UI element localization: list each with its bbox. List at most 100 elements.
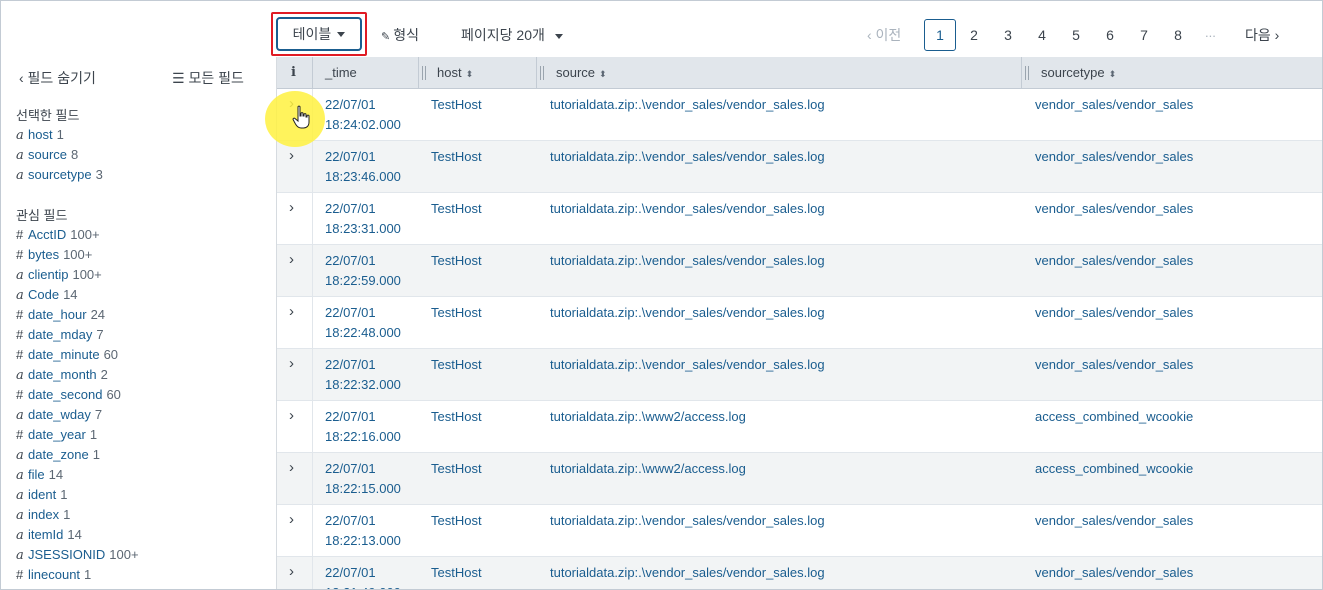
source-cell[interactable]: tutorialdata.zip:.\www2/access.log: [550, 407, 746, 427]
host-cell[interactable]: TestHost: [431, 95, 482, 115]
host-cell[interactable]: TestHost: [431, 303, 482, 323]
expand-row-icon[interactable]: ›: [289, 459, 303, 476]
field-item-source[interactable]: a source 8: [16, 145, 78, 165]
source-cell[interactable]: tutorialdata.zip:.\vendor_sales/vendor_s…: [550, 251, 825, 271]
field-count: 7: [96, 327, 104, 342]
column-drag-handle[interactable]: [422, 66, 428, 80]
host-cell[interactable]: TestHost: [431, 407, 482, 427]
expand-row-icon[interactable]: ›: [289, 303, 303, 320]
field-item-date-year[interactable]: # date_year 1: [16, 425, 97, 445]
host-cell[interactable]: TestHost: [431, 459, 482, 479]
field-item-linecount[interactable]: # linecount 1: [16, 565, 91, 585]
source-column-header[interactable]: source ⬍: [556, 57, 607, 89]
source-cell[interactable]: tutorialdata.zip:.\vendor_sales/vendor_s…: [550, 563, 825, 583]
expand-row-icon[interactable]: ›: [289, 511, 303, 528]
sourcetype-cell[interactable]: vendor_sales/vendor_sales: [1035, 355, 1193, 375]
time-cell[interactable]: 22/07/01 18:23:31.000: [325, 199, 401, 239]
event-date: 22/07/01: [325, 305, 376, 320]
time-column-header[interactable]: _time: [325, 57, 357, 89]
field-item-clientip[interactable]: a clientip 100+: [16, 265, 102, 285]
source-cell[interactable]: tutorialdata.zip:.\vendor_sales/vendor_s…: [550, 147, 825, 167]
source-cell[interactable]: tutorialdata.zip:.\vendor_sales/vendor_s…: [550, 355, 825, 375]
sourcetype-cell[interactable]: vendor_sales/vendor_sales: [1035, 147, 1193, 167]
host-cell[interactable]: TestHost: [431, 355, 482, 375]
expand-row-icon[interactable]: ›: [289, 199, 303, 216]
field-item-bytes[interactable]: # bytes 100+: [16, 245, 92, 265]
sourcetype-column-header[interactable]: sourcetype ⬍: [1041, 57, 1116, 89]
field-item-date-zone[interactable]: a date_zone 1: [16, 445, 100, 465]
field-item-itemid[interactable]: a itemId 14: [16, 525, 82, 545]
event-date: 22/07/01: [325, 149, 376, 164]
field-count: 14: [67, 527, 82, 542]
all-fields-button[interactable]: ☰ 모든 필드: [172, 68, 244, 88]
field-item-index[interactable]: a index 1: [16, 505, 70, 525]
source-cell[interactable]: tutorialdata.zip:.\vendor_sales/vendor_s…: [550, 511, 825, 531]
host-cell[interactable]: TestHost: [431, 511, 482, 531]
column-drag-handle[interactable]: [540, 66, 546, 80]
pagination-next[interactable]: 다음 ›: [1245, 25, 1279, 45]
page-button-3[interactable]: 3: [992, 19, 1024, 51]
expand-row-icon[interactable]: ›: [289, 251, 303, 268]
field-item-date-hour[interactable]: # date_hour 24: [16, 305, 105, 325]
sourcetype-cell[interactable]: vendor_sales/vendor_sales: [1035, 95, 1193, 115]
time-cell[interactable]: 22/07/01 18:22:16.000: [325, 407, 401, 447]
field-item-code[interactable]: a Code 14: [16, 285, 78, 305]
expand-row-icon[interactable]: ›: [289, 95, 303, 112]
host-cell[interactable]: TestHost: [431, 147, 482, 167]
sourcetype-cell[interactable]: vendor_sales/vendor_sales: [1035, 251, 1193, 271]
sourcetype-cell[interactable]: access_combined_wcookie: [1035, 407, 1193, 427]
field-item-sourcetype[interactable]: a sourcetype 3: [16, 165, 103, 185]
expand-row-icon[interactable]: ›: [289, 407, 303, 424]
page-button-2[interactable]: 2: [958, 19, 990, 51]
source-cell[interactable]: tutorialdata.zip:.\vendor_sales/vendor_s…: [550, 95, 825, 115]
expand-row-icon[interactable]: ›: [289, 147, 303, 164]
string-type-icon: a: [16, 148, 24, 163]
host-column-header[interactable]: host ⬍: [437, 57, 473, 89]
field-name: date_wday: [28, 407, 91, 422]
field-item-file[interactable]: a file 14: [16, 465, 63, 485]
format-button[interactable]: ✎ 형식: [381, 25, 419, 45]
time-cell[interactable]: 22/07/01 18:22:15.000: [325, 459, 401, 499]
time-cell[interactable]: 22/07/01 18:23:46.000: [325, 147, 401, 187]
time-cell[interactable]: 22/07/01 18:21:49.000: [325, 563, 401, 589]
field-item-date-minute[interactable]: # date_minute 60: [16, 345, 118, 365]
table-view-button[interactable]: 테이블: [276, 17, 362, 51]
field-count: 3: [95, 167, 103, 182]
field-item-date-wday[interactable]: a date_wday 7: [16, 405, 102, 425]
field-item-host[interactable]: a host 1: [16, 125, 64, 145]
host-cell[interactable]: TestHost: [431, 199, 482, 219]
field-item-date-mday[interactable]: # date_mday 7: [16, 325, 104, 345]
page-button-4[interactable]: 4: [1026, 19, 1058, 51]
time-cell[interactable]: 22/07/01 18:22:48.000: [325, 303, 401, 343]
column-drag-handle[interactable]: [1025, 66, 1031, 80]
page-button-5[interactable]: 5: [1060, 19, 1092, 51]
field-item-date-month[interactable]: a date_month 2: [16, 365, 108, 385]
hide-fields-button[interactable]: ‹ 필드 숨기기: [19, 68, 96, 88]
source-cell[interactable]: tutorialdata.zip:.\vendor_sales/vendor_s…: [550, 199, 825, 219]
source-cell[interactable]: tutorialdata.zip:.\www2/access.log: [550, 459, 746, 479]
page-button-1[interactable]: 1: [924, 19, 956, 51]
sourcetype-cell[interactable]: vendor_sales/vendor_sales: [1035, 511, 1193, 531]
source-cell[interactable]: tutorialdata.zip:.\vendor_sales/vendor_s…: [550, 303, 825, 323]
field-item-date-second[interactable]: # date_second 60: [16, 385, 121, 405]
time-cell[interactable]: 22/07/01 18:24:02.000: [325, 95, 401, 135]
field-item-acctid[interactable]: # AcctID 100+: [16, 225, 100, 245]
page-button-8[interactable]: 8: [1162, 19, 1194, 51]
sourcetype-cell[interactable]: vendor_sales/vendor_sales: [1035, 199, 1193, 219]
time-cell[interactable]: 22/07/01 18:22:32.000: [325, 355, 401, 395]
per-page-dropdown[interactable]: 페이지당 20개: [461, 25, 563, 45]
host-cell[interactable]: TestHost: [431, 563, 482, 583]
field-item-jsessionid[interactable]: a JSESSIONID 100+: [16, 545, 139, 565]
time-cell[interactable]: 22/07/01 18:22:59.000: [325, 251, 401, 291]
expand-row-icon[interactable]: ›: [289, 355, 303, 372]
time-cell[interactable]: 22/07/01 18:22:13.000: [325, 511, 401, 551]
page-button-7[interactable]: 7: [1128, 19, 1160, 51]
field-name: date_zone: [28, 447, 89, 462]
sourcetype-cell[interactable]: vendor_sales/vendor_sales: [1035, 303, 1193, 323]
sourcetype-cell[interactable]: access_combined_wcookie: [1035, 459, 1193, 479]
expand-row-icon[interactable]: ›: [289, 563, 303, 580]
page-button-6[interactable]: 6: [1094, 19, 1126, 51]
field-item-ident[interactable]: a ident 1: [16, 485, 67, 505]
host-cell[interactable]: TestHost: [431, 251, 482, 271]
sourcetype-cell[interactable]: vendor_sales/vendor_sales: [1035, 563, 1193, 583]
